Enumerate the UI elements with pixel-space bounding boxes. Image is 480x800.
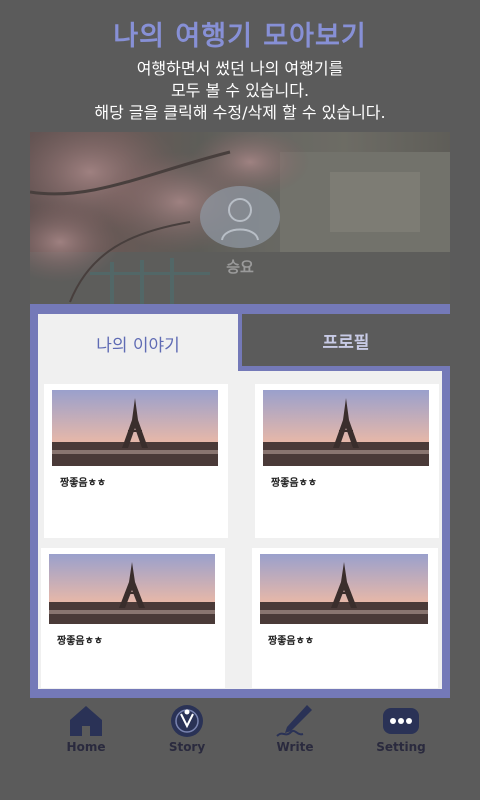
story-card[interactable]: 짱좋음ㅎㅎ (41, 548, 225, 688)
nav-story[interactable]: Story (137, 700, 237, 760)
story-caption: 짱좋음ㅎㅎ (271, 478, 317, 489)
home-icon (70, 706, 102, 736)
nav-write-label: Write (276, 740, 314, 754)
eiffel-tower-photo (49, 554, 215, 624)
subtitle-line-1: 여행하면서 썼던 나의 여행기를 (136, 59, 344, 78)
nav-home[interactable]: Home (36, 700, 136, 760)
page-subtitle: 여행하면서 썼던 나의 여행기를 모두 볼 수 있습니다. 해당 글을 클릭해 … (0, 58, 480, 124)
nav-home-label: Home (66, 740, 106, 754)
story-card[interactable]: 짱좋음ㅎㅎ (255, 384, 439, 538)
eiffel-tower-photo (263, 390, 429, 466)
header: 나의 여행기 모아보기 여행하면서 썼던 나의 여행기를 모두 볼 수 있습니다… (0, 0, 480, 132)
nav-write[interactable]: Write (245, 700, 345, 760)
more-icon (383, 708, 419, 734)
eiffel-tower-photo (260, 554, 428, 624)
bottom-nav: Home Story Write Setting (0, 700, 480, 800)
story-card[interactable]: 짱좋음ㅎㅎ (44, 384, 228, 538)
story-icon (171, 705, 203, 737)
avatar[interactable] (200, 186, 280, 248)
subtitle-line-2: 모두 볼 수 있습니다. (170, 81, 310, 100)
nav-setting-label: Setting (376, 740, 426, 754)
subtitle-line-3: 해당 글을 클릭해 수정/삭제 할 수 있습니다. (94, 103, 386, 122)
page-title: 나의 여행기 모아보기 (113, 21, 367, 52)
story-card[interactable]: 짱좋음ㅎㅎ (252, 548, 438, 688)
eiffel-tower-photo (52, 390, 218, 466)
story-caption: 짱좋음ㅎㅎ (57, 636, 103, 647)
nav-setting[interactable]: Setting (351, 700, 451, 760)
story-caption: 짱좋음ㅎㅎ (60, 478, 106, 489)
tab-profile[interactable]: 프로필 (242, 314, 450, 366)
tab-my-stories[interactable]: 나의 이야기 (38, 314, 238, 372)
user-avatar-icon (200, 186, 280, 248)
story-caption: 짱좋음ㅎㅎ (268, 636, 314, 647)
nav-story-label: Story (168, 740, 206, 754)
pen-icon (276, 705, 312, 737)
profile-name: 승요 (226, 258, 254, 276)
